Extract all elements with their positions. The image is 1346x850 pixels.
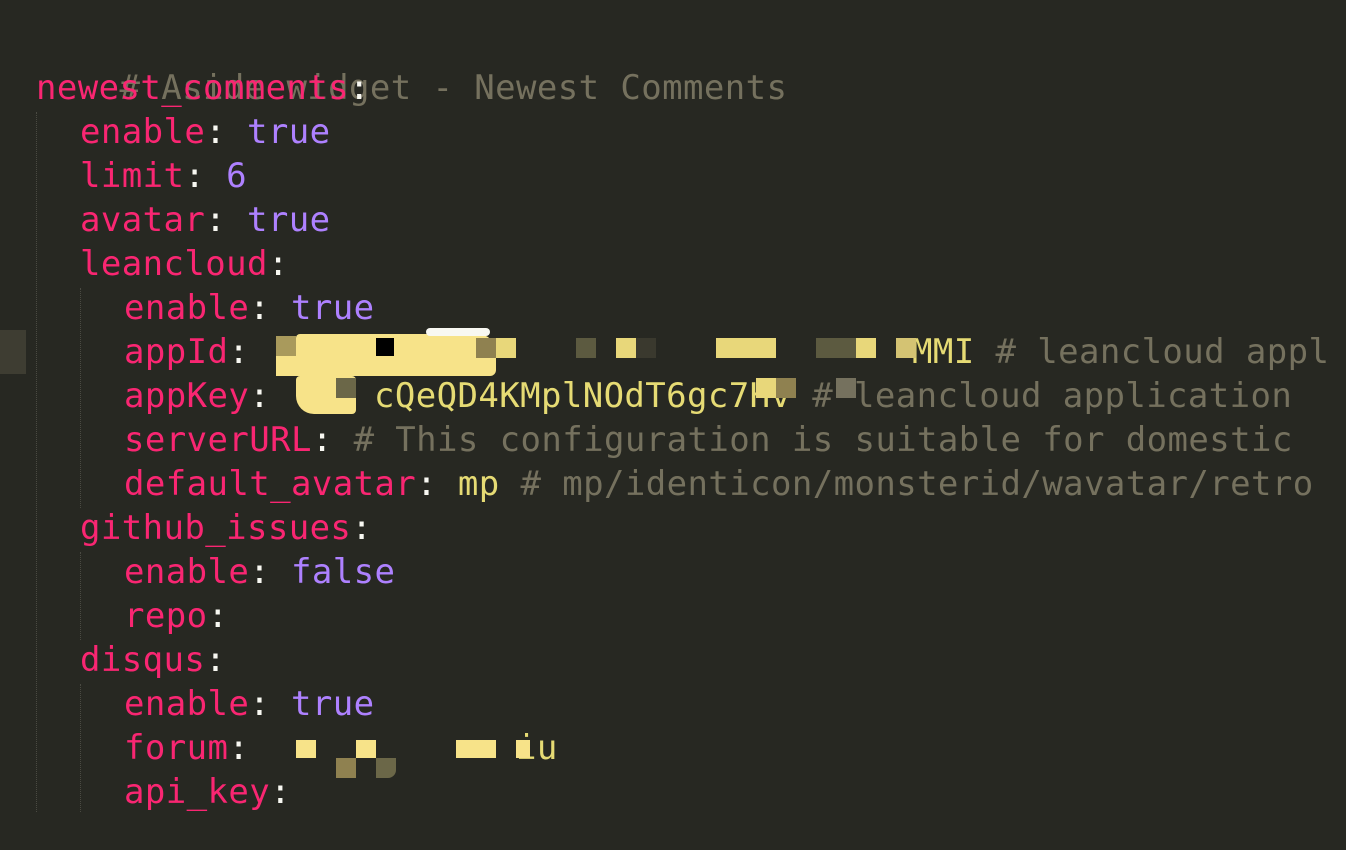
yaml-colon: :	[311, 420, 333, 460]
yaml-colon: :	[184, 156, 206, 196]
redaction-block	[836, 378, 856, 398]
yaml-comment: # leancloud appl	[974, 332, 1330, 372]
redaction-block	[816, 338, 856, 358]
yaml-key: leancloud	[80, 244, 268, 284]
current-line-gutter-marker	[0, 330, 26, 374]
code-line-18[interactable]: api_key:	[124, 770, 291, 814]
redaction-block	[496, 338, 516, 358]
code-line-15[interactable]: disqus:	[80, 638, 226, 682]
redaction-block	[276, 356, 376, 376]
yaml-key: disqus	[80, 640, 206, 680]
code-line-6[interactable]: leancloud:	[80, 242, 289, 286]
code-line-4[interactable]: limit: 6	[80, 154, 247, 198]
code-line-11[interactable]: default_avatar: mp # mp/identicon/monste…	[124, 462, 1314, 506]
yaml-number-value: 6	[205, 156, 247, 196]
yaml-key: forum	[124, 728, 229, 768]
yaml-string-value: MMI	[912, 332, 975, 372]
code-line-7[interactable]: enable: true	[124, 286, 374, 330]
code-line-8[interactable]: appId:	[124, 330, 249, 374]
code-line-17[interactable]: forum:	[124, 726, 249, 770]
yaml-string-value: mp	[437, 464, 500, 504]
redaction-block	[516, 740, 530, 758]
yaml-boolean-value: true	[226, 112, 331, 152]
code-line-13[interactable]: enable: false	[124, 550, 395, 594]
code-line-1[interactable]: # Aside widget - Newest Comments	[36, 22, 787, 108]
redaction-block	[476, 338, 496, 358]
redaction-block	[336, 378, 356, 398]
indent-guide-level-2-leancloud	[80, 288, 81, 508]
indent-guide-level-2-github	[80, 552, 81, 640]
yaml-key: enable	[124, 288, 250, 328]
redaction-block	[896, 338, 916, 358]
redaction-block	[856, 338, 876, 358]
yaml-key: newest_comments	[36, 68, 350, 108]
code-line-16[interactable]: enable: true	[124, 682, 374, 726]
redaction-block	[616, 338, 636, 358]
yaml-comment: # This configuration is suitable for dom…	[332, 420, 1293, 460]
code-editor[interactable]: # Aside widget - Newest Comments newest_…	[0, 0, 1346, 850]
yaml-key: limit	[80, 156, 185, 196]
yaml-boolean-value: true	[270, 684, 375, 724]
yaml-colon: :	[228, 728, 250, 768]
yaml-colon: :	[349, 68, 370, 108]
redaction-block	[356, 740, 376, 758]
code-line-12[interactable]: github_issues:	[80, 506, 372, 550]
redaction-block	[576, 338, 596, 358]
yaml-colon: :	[416, 464, 438, 504]
yaml-colon: :	[205, 112, 227, 152]
yaml-key: avatar	[80, 200, 206, 240]
redaction-block	[636, 338, 656, 358]
yaml-comment: # leancloud application	[791, 376, 1293, 416]
yaml-boolean-value: false	[270, 552, 396, 592]
redaction-block	[296, 740, 316, 758]
redaction-block	[426, 328, 490, 336]
code-line-9[interactable]: appKey:	[124, 374, 270, 418]
redaction-block	[276, 336, 296, 356]
yaml-boolean-value: true	[270, 288, 375, 328]
yaml-key: api_key	[124, 772, 271, 812]
yaml-colon: :	[249, 684, 271, 724]
yaml-key: repo	[124, 596, 208, 636]
yaml-key: default_avatar	[124, 464, 417, 504]
yaml-key: enable	[80, 112, 206, 152]
indent-guide-level-1	[36, 112, 37, 812]
yaml-colon: :	[249, 288, 271, 328]
yaml-colon: :	[228, 332, 250, 372]
yaml-colon: :	[207, 596, 229, 636]
indent-guide-level-2-disqus	[80, 684, 81, 812]
code-line-2[interactable]: newest_comments:	[36, 66, 370, 110]
yaml-colon: :	[270, 772, 291, 812]
code-line-3[interactable]: enable: true	[80, 110, 330, 154]
yaml-key: enable	[124, 552, 250, 592]
yaml-string-value: cQeQD4KMplNOdT6gc7Hv	[374, 376, 792, 416]
code-line-9-value: cQeQD4KMplNOdT6gc7Hv # leancloud applica…	[374, 374, 1292, 418]
yaml-key: github_issues	[80, 508, 352, 548]
code-line-5[interactable]: avatar: true	[80, 198, 330, 242]
yaml-colon: :	[351, 508, 373, 548]
redaction-block	[336, 758, 356, 778]
yaml-key: appKey	[124, 376, 250, 416]
yaml-key: enable	[124, 684, 250, 724]
yaml-key: serverURL	[124, 420, 312, 460]
yaml-colon: :	[267, 244, 289, 284]
redaction-block	[776, 378, 796, 398]
yaml-key: appId	[124, 332, 229, 372]
redaction-block	[376, 338, 394, 356]
yaml-colon: :	[205, 200, 227, 240]
code-line-10[interactable]: serverURL: # This configuration is suita…	[124, 418, 1293, 462]
code-line-14[interactable]: repo:	[124, 594, 228, 638]
yaml-colon: :	[205, 640, 227, 680]
redaction-block	[716, 338, 776, 358]
yaml-comment: # mp/identicon/monsterid/wavatar/retro	[499, 464, 1314, 504]
code-line-8-value: MMI # leancloud appl	[912, 330, 1329, 374]
yaml-colon: :	[249, 376, 271, 416]
redaction-block	[376, 758, 396, 778]
yaml-boolean-value: true	[226, 200, 331, 240]
yaml-colon: :	[249, 552, 271, 592]
redaction-block	[456, 740, 496, 758]
